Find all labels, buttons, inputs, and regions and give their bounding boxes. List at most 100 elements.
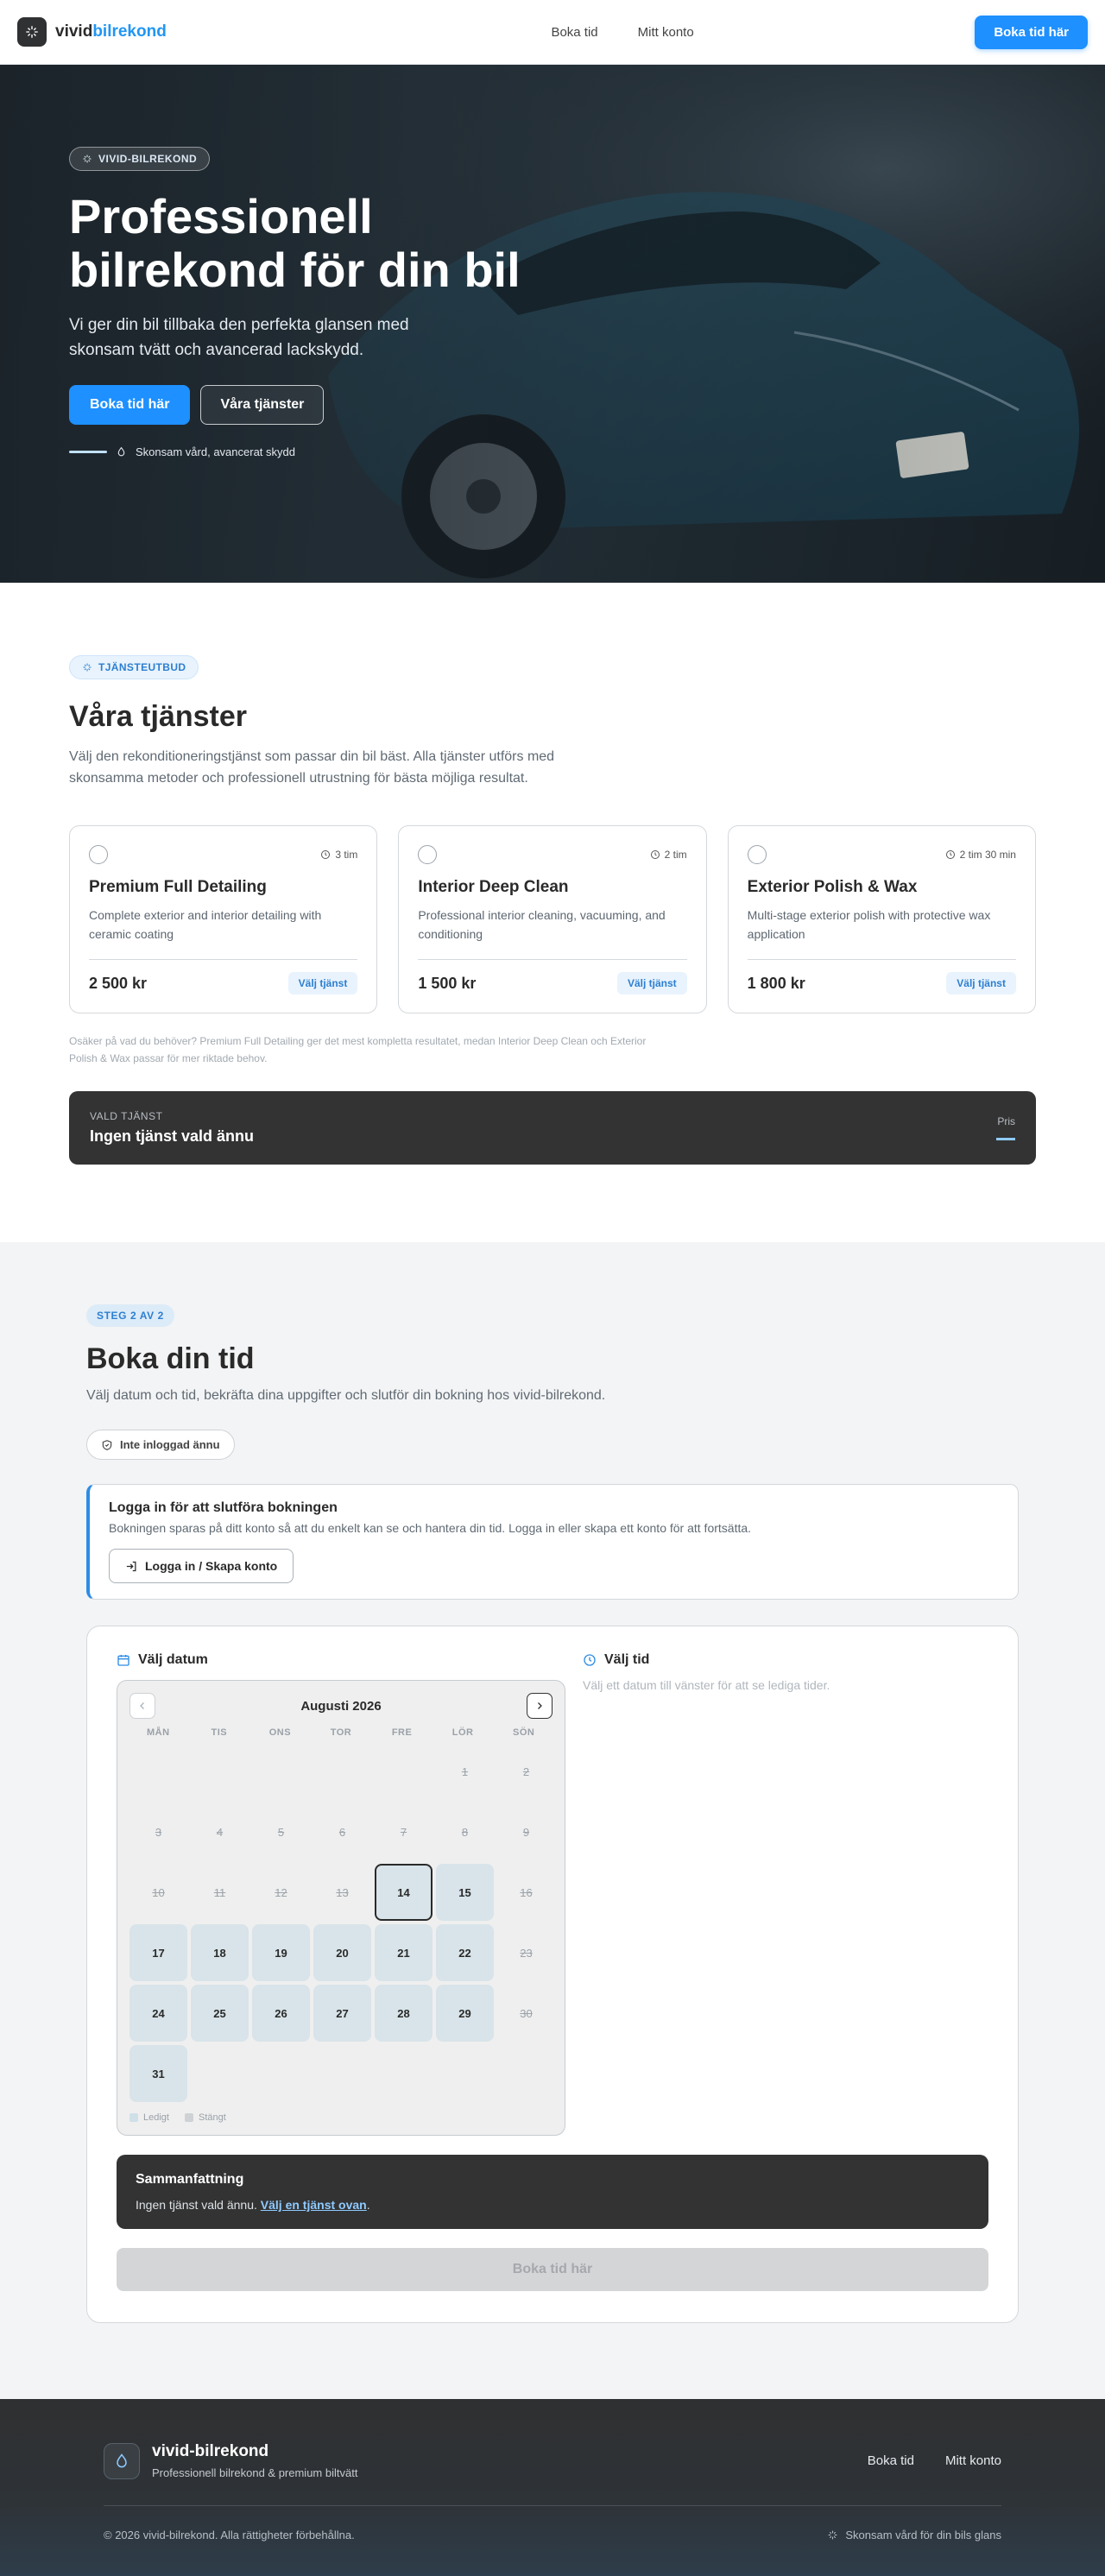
nav-mitt-konto[interactable]: Mitt konto [638,25,694,40]
service-card[interactable]: 2 tim Interior Deep Clean Professional i… [398,825,707,1013]
service-card[interactable]: 3 tim Premium Full Detailing Complete ex… [69,825,378,1013]
hero-services-button[interactable]: Våra tjänster [200,385,325,425]
weekday-label: SÖN [513,1727,535,1738]
chosen-service-value: Ingen tjänst vald ännu [90,1127,255,1145]
calendar-day: 30 [520,2006,533,2020]
service-card[interactable]: 2 tim 30 min Exterior Polish & Wax Multi… [727,825,1036,1013]
calendar-day[interactable]: 27 [313,1985,371,2042]
calendar-weekdays: MÅN TIS ONS TOR FRE LÖR SÖN [129,1727,552,1738]
booking-title: Boka din tid [86,1342,255,1375]
drop-logo-icon [104,2442,140,2479]
calendar-day[interactable]: 26 [252,1985,310,2042]
calendar-day[interactable]: 17 [129,1924,187,1981]
service-name: Premium Full Detailing [89,878,267,896]
service-duration: 2 tim [650,849,687,861]
site-header: vividbilrekond Boka tid Mitt konto Boka … [0,0,1105,65]
time-heading-text: Välj tid [604,1652,650,1667]
services-title: Våra tjänster [69,700,247,733]
calendar-day[interactable]: 29 [436,1985,494,2042]
sparkle-logo-icon [17,17,47,47]
services-badge-label: TJÄNSTEUTBUD [98,661,186,673]
time-hint: Välj ett datum till vänster för att se l… [583,1678,830,1692]
choose-service-link[interactable]: Välj en tjänst ovan [261,2198,367,2212]
calendar-month: Augusti 2026 [300,1698,382,1714]
service-description: Complete exterior and interior detailing… [89,908,322,941]
service-cards: 3 tim Premium Full Detailing Complete ex… [69,825,1036,1013]
drop-icon [117,446,125,457]
service-description: Professional interior cleaning, vacuumin… [418,908,666,941]
booking-summary: Sammanfattning Ingen tjänst vald ännu. V… [117,2155,988,2229]
footer-nav-boka-tid[interactable]: Boka tid [868,2453,914,2468]
calendar-legend: Ledigt Stängt [129,2112,552,2123]
calendar-day[interactable]: 22 [436,1924,494,1981]
services-hint: Osäker på vad du behöver? Premium Full D… [69,1035,647,1064]
calendar-days: 1 2 3 4 5 6 7 8 9 10 11 12 13 14 15 16 17 18 19 20 21 22 23 24 2… [129,1743,552,2102]
hero-badge-label: VIVID-BILREKOND [98,153,198,165]
login-button-label: Logga in / Skapa konto [145,1559,278,1573]
service-radio[interactable] [89,845,108,864]
booking-panel: Välj datum Augusti 2026 MÅN TIS ONS TOR … [86,1626,1019,2323]
hero-tagline-text: Skonsam vård, avancerat skydd [136,445,295,458]
calendar-day: 8 [461,1825,469,1839]
calendar-day[interactable]: 31 [129,2045,187,2102]
service-description: Multi-stage exterior polish with protect… [747,908,991,941]
service-price: 2 500 kr [89,974,148,992]
calendar-day: 12 [275,1885,287,1899]
service-duration-text: 2 tim 30 min [959,849,1016,861]
shield-icon [102,1439,112,1450]
hero-book-button[interactable]: Boka tid här [69,385,191,425]
calendar-day[interactable]: 15 [436,1864,494,1921]
header-book-button[interactable]: Boka tid här [975,15,1088,49]
chosen-price-label: Pris [997,1115,1015,1127]
sparkle-icon [83,663,92,672]
footer-brand[interactable]: vivid-bilrekond Professionell bilrekond … [104,2442,357,2479]
calendar-day: 5 [277,1825,285,1839]
submit-booking-button[interactable]: Boka tid här [117,2248,988,2291]
calendar-day: 7 [400,1825,407,1839]
calendar-day: 3 [155,1825,162,1839]
footer-nav-mitt-konto[interactable]: Mitt konto [945,2453,1001,2468]
calendar-day: 10 [152,1885,165,1899]
calendar-next-button[interactable] [527,1693,552,1719]
service-price: 1 500 kr [418,974,477,992]
calendar-day: 2 [522,1765,530,1778]
calendar-prev-button[interactable] [129,1693,155,1719]
calendar-day: 13 [336,1885,349,1899]
calendar-day: 23 [520,1946,533,1960]
hero-content: VIVID-BILREKOND Professionell bilrekond … [69,147,552,458]
service-name: Interior Deep Clean [418,878,569,896]
login-callout-title: Logga in för att slutföra bokningen [109,1500,338,1515]
calendar-day[interactable]: 24 [129,1985,187,2042]
brand[interactable]: vividbilrekond [17,17,167,47]
select-service-button[interactable]: Välj tjänst [287,972,358,994]
select-service-button[interactable]: Välj tjänst [946,972,1016,994]
login-callout: Logga in för att slutföra bokningen Bokn… [86,1484,1019,1600]
footer-name: vivid-bilrekond [152,2442,269,2460]
hero-subtitle: Vi ger din bil tillbaka den perfekta gla… [69,316,409,359]
calendar-day: 6 [338,1825,346,1839]
login-button[interactable]: Logga in / Skapa konto [109,1549,294,1583]
accent-line [69,451,107,453]
service-duration: 2 tim 30 min [945,849,1016,861]
legend-closed: Stängt [184,2112,226,2123]
sparkle-icon [828,2530,837,2540]
service-radio[interactable] [747,845,767,864]
service-radio[interactable] [418,845,438,864]
calendar-day[interactable]: 19 [252,1924,310,1981]
calendar: Augusti 2026 MÅN TIS ONS TOR FRE LÖR SÖN [117,1680,565,2136]
calendar-day[interactable]: 14 [375,1864,433,1921]
calendar-day[interactable]: 20 [313,1924,371,1981]
service-duration-text: 3 tim [335,849,358,861]
booking-section: STEG 2 AV 2 Boka din tid Välj datum och … [0,1242,1105,2399]
calendar-day[interactable]: 21 [375,1924,433,1981]
calendar-blank [252,1743,310,1800]
nav-boka-tid[interactable]: Boka tid [551,25,597,40]
weekday-label: LÖR [451,1727,474,1738]
select-service-button[interactable]: Välj tjänst [616,972,687,994]
calendar-day[interactable]: 28 [375,1985,433,2042]
calendar-day[interactable]: 18 [191,1924,249,1981]
chevron-left-icon [140,1702,144,1709]
login-callout-text: Bokningen sparas på ditt konto så att du… [109,1521,752,1535]
calendar-day[interactable]: 25 [191,1985,249,2042]
calendar-blank [313,1743,371,1800]
